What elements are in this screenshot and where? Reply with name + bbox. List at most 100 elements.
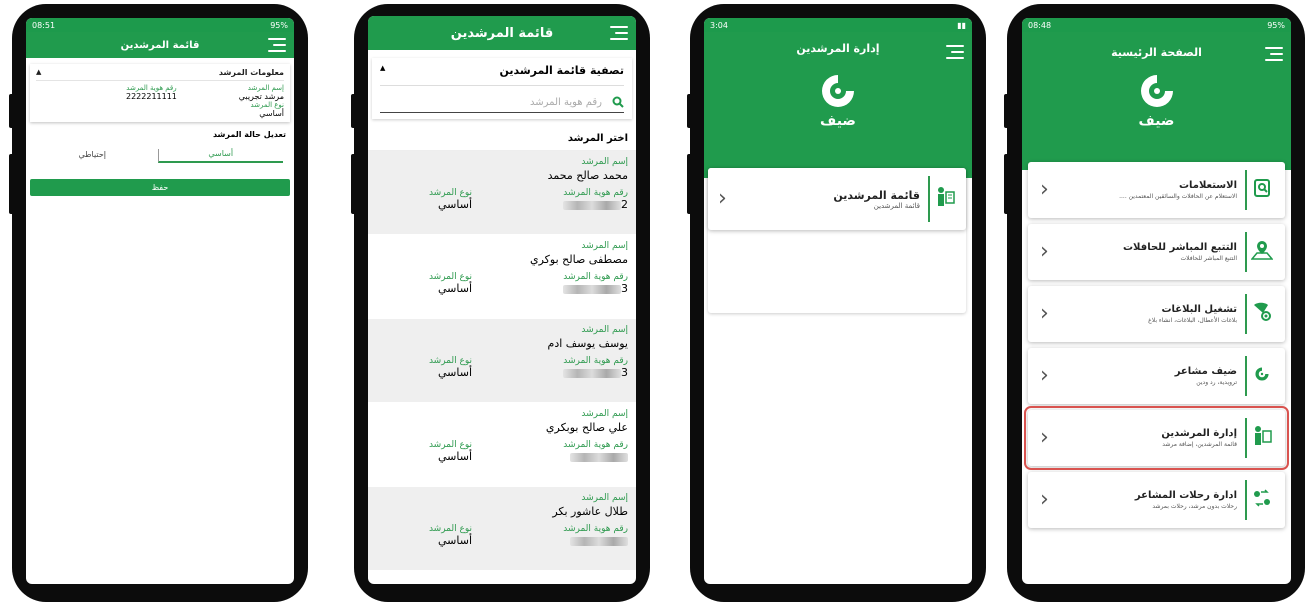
search-field[interactable]: رقم هوية المرشد	[380, 86, 624, 113]
guide-info-card: معلومات المرشد ▲ إسم المرشد مرشد تجريبي …	[30, 64, 290, 122]
id-label: رقم هوية المرشد	[563, 524, 628, 534]
guide-name: طلال عاشور بكر	[552, 505, 628, 518]
phone3-screen: 3:04 ▮▮ إدارة المرشدين ضيف قائمة المرشدي…	[704, 18, 972, 584]
guide-name: يوسف يوسف ادم	[547, 337, 628, 350]
guide-name: مصطفى صالح بوكري	[530, 253, 628, 266]
type-label: نوع المرشد	[428, 440, 472, 450]
status-bar: 08:51 95%	[26, 18, 294, 32]
list-item[interactable]: إسم المرشد محمد صالح محمد رقم هوية المرشد 2…	[368, 151, 636, 235]
page-title: الصفحة الرئيسية	[1111, 46, 1202, 59]
phone-frame-1: 08:51 95% قائمة المرشدين معلومات المرشد …	[9, 4, 308, 602]
menu-icon[interactable]	[268, 38, 286, 52]
card-subtitle: بلاغات الأعطال، البلاغات، انشاء بلاغ	[1148, 317, 1237, 324]
search-doc-icon	[1247, 178, 1277, 202]
guide-id	[502, 450, 628, 463]
card-title: إدارة المرشدين	[1161, 428, 1237, 439]
trips-icon	[1247, 488, 1277, 512]
menu-card-guides-list[interactable]: قائمة المرشدين قائمة المرشدين ‹	[708, 168, 966, 230]
name-label: إسم المرشد	[581, 241, 628, 251]
card-subtitle: قائمة المرشدين	[873, 201, 920, 210]
collapse-icon[interactable]: ▲	[36, 68, 41, 77]
app-bar: قائمة المرشدين	[26, 32, 294, 58]
option-primary[interactable]: أساسي	[157, 149, 283, 163]
guide-name: محمد صالح محمد	[547, 169, 628, 182]
type-label: نوع المرشد	[250, 101, 285, 109]
status-bar: 08:48 95%	[1022, 18, 1291, 32]
menu-card-2[interactable]: تشغيل البلاغات بلاغات الأعطال، البلاغات، …	[1028, 286, 1285, 342]
name-label: إسم المرشد	[581, 493, 628, 503]
id-label: رقم هوية المرشد	[563, 356, 628, 366]
name-label: إسم المرشد	[581, 157, 628, 167]
guide-id: 3	[502, 366, 628, 379]
guide-id: 2	[502, 198, 628, 211]
save-button[interactable]: حفظ	[30, 179, 290, 196]
app-logo-icon	[1247, 365, 1277, 387]
guide-type: أساسي	[437, 282, 472, 295]
choose-label: اختر المرشد	[368, 127, 636, 151]
status-time: 08:51	[32, 20, 56, 30]
menu-icon[interactable]	[946, 45, 964, 59]
menu-icon[interactable]	[1265, 47, 1283, 61]
id-label: رقم هوية المرشد	[126, 84, 177, 92]
guide-type: أساسي	[437, 366, 472, 379]
list-item[interactable]: إسم المرشد يوسف يوسف ادم رقم هوية المرشد 3 ن…	[368, 319, 636, 403]
name-label: إسم المرشد	[581, 409, 628, 419]
info-title: معلومات المرشد	[218, 68, 284, 77]
phone4-screen: 08:48 95% الصفحة الرئيسية ضيف الاستعلاما…	[1022, 18, 1291, 584]
card-title: التتبع المباشر للحافلات	[1123, 242, 1237, 253]
name-label: إسم المرشد	[247, 84, 284, 92]
guide-person-icon	[1247, 425, 1277, 451]
menu-icon[interactable]	[610, 26, 628, 40]
home-menu-list: الاستعلامات الاستعلام عن الحافلات والسائق…	[1024, 158, 1289, 534]
chevron-left-icon: ‹	[1040, 301, 1049, 326]
card-title: الاستعلامات	[1178, 180, 1237, 191]
guide-person-icon	[930, 186, 960, 212]
page-title: إدارة المرشدين	[796, 42, 880, 55]
app-logo-icon	[1140, 75, 1173, 107]
status-battery: 95%	[1267, 20, 1285, 30]
card-title: ضيف مشاعر	[1174, 366, 1237, 377]
guide-id	[502, 534, 628, 547]
card-subtitle: التتبع المباشر للحافلات	[1180, 255, 1238, 262]
menu-card-3[interactable]: ضيف مشاعر ترويدية، رد ودين ‹	[1028, 348, 1285, 404]
guide-id: 3	[502, 282, 628, 295]
guide-type: أساسي	[437, 450, 472, 463]
type-label: نوع المرشد	[428, 356, 472, 366]
guide-type: أساسي	[437, 534, 472, 547]
list-item[interactable]: إسم المرشد مصطفى صالح بوكري رقم هوية المرش…	[368, 235, 636, 319]
card-title: تشغيل البلاغات	[1161, 304, 1237, 315]
guide-type: أساسي	[437, 198, 472, 211]
chevron-left-icon: ‹	[1040, 363, 1049, 388]
page-title: قائمة المرشدين	[120, 39, 200, 51]
hero-header: إدارة المرشدين ضيف	[704, 32, 972, 178]
hero-header: الصفحة الرئيسية ضيف	[1022, 32, 1291, 170]
phone1-screen: 08:51 95% قائمة المرشدين معلومات المرشد …	[26, 18, 294, 584]
collapse-icon[interactable]: ▲	[380, 64, 385, 77]
menu-card-0[interactable]: الاستعلامات الاستعلام عن الحافلات والسائق…	[1028, 162, 1285, 218]
card-subtitle: ترويدية، رد ودين	[1196, 379, 1237, 386]
phone2-screen: قائمة المرشدين تصفية قائمة المرشدين ▲ رق…	[368, 16, 636, 584]
id-label: رقم هوية المرشد	[563, 272, 628, 282]
option-backup[interactable]: إحتياطي	[37, 150, 147, 162]
list-item[interactable]: إسم المرشد علي صالح بوبكري رقم هوية المرشد…	[368, 403, 636, 487]
name-label: إسم المرشد	[581, 325, 628, 335]
status-bar: 3:04 ▮▮	[704, 18, 972, 32]
menu-card-4[interactable]: إدارة المرشدين قائمة المرشدين، إضافة مرشد…	[1024, 406, 1289, 470]
phone-frame-4: 08:48 95% الصفحة الرئيسية ضيف الاستعلاما…	[1004, 4, 1305, 602]
phone-frame-3: 3:04 ▮▮ إدارة المرشدين ضيف قائمة المرشدي…	[687, 4, 986, 602]
menu-card-1[interactable]: التتبع المباشر للحافلات التتبع المباشر لل…	[1028, 224, 1285, 280]
list-item[interactable]: إسم المرشد طلال عاشور بكر رقم هوية المرشد ن…	[368, 487, 636, 571]
type-label: نوع المرشد	[428, 524, 472, 534]
chevron-left-icon: ‹	[1040, 487, 1049, 512]
type-value: أساسي	[259, 109, 284, 118]
menu-card-5[interactable]: ادارة رحلات المشاعر رحلات بدون مرشد، رحلا…	[1028, 472, 1285, 528]
guide-list: إسم المرشد محمد صالح محمد رقم هوية المرشد 2…	[368, 151, 636, 571]
status-toggle: أساسي إحتياطي	[32, 149, 288, 163]
id-label: رقم هوية المرشد	[563, 188, 628, 198]
chevron-left-icon: ‹	[1040, 177, 1049, 202]
card-title: ادارة رحلات المشاعر	[1134, 490, 1237, 501]
app-logo-icon	[822, 75, 854, 107]
search-input[interactable]: رقم هوية المرشد	[530, 97, 602, 108]
name-value: مرشد تجريبي	[238, 92, 284, 101]
filter-card: تصفية قائمة المرشدين ▲ رقم هوية المرشد	[372, 58, 632, 119]
